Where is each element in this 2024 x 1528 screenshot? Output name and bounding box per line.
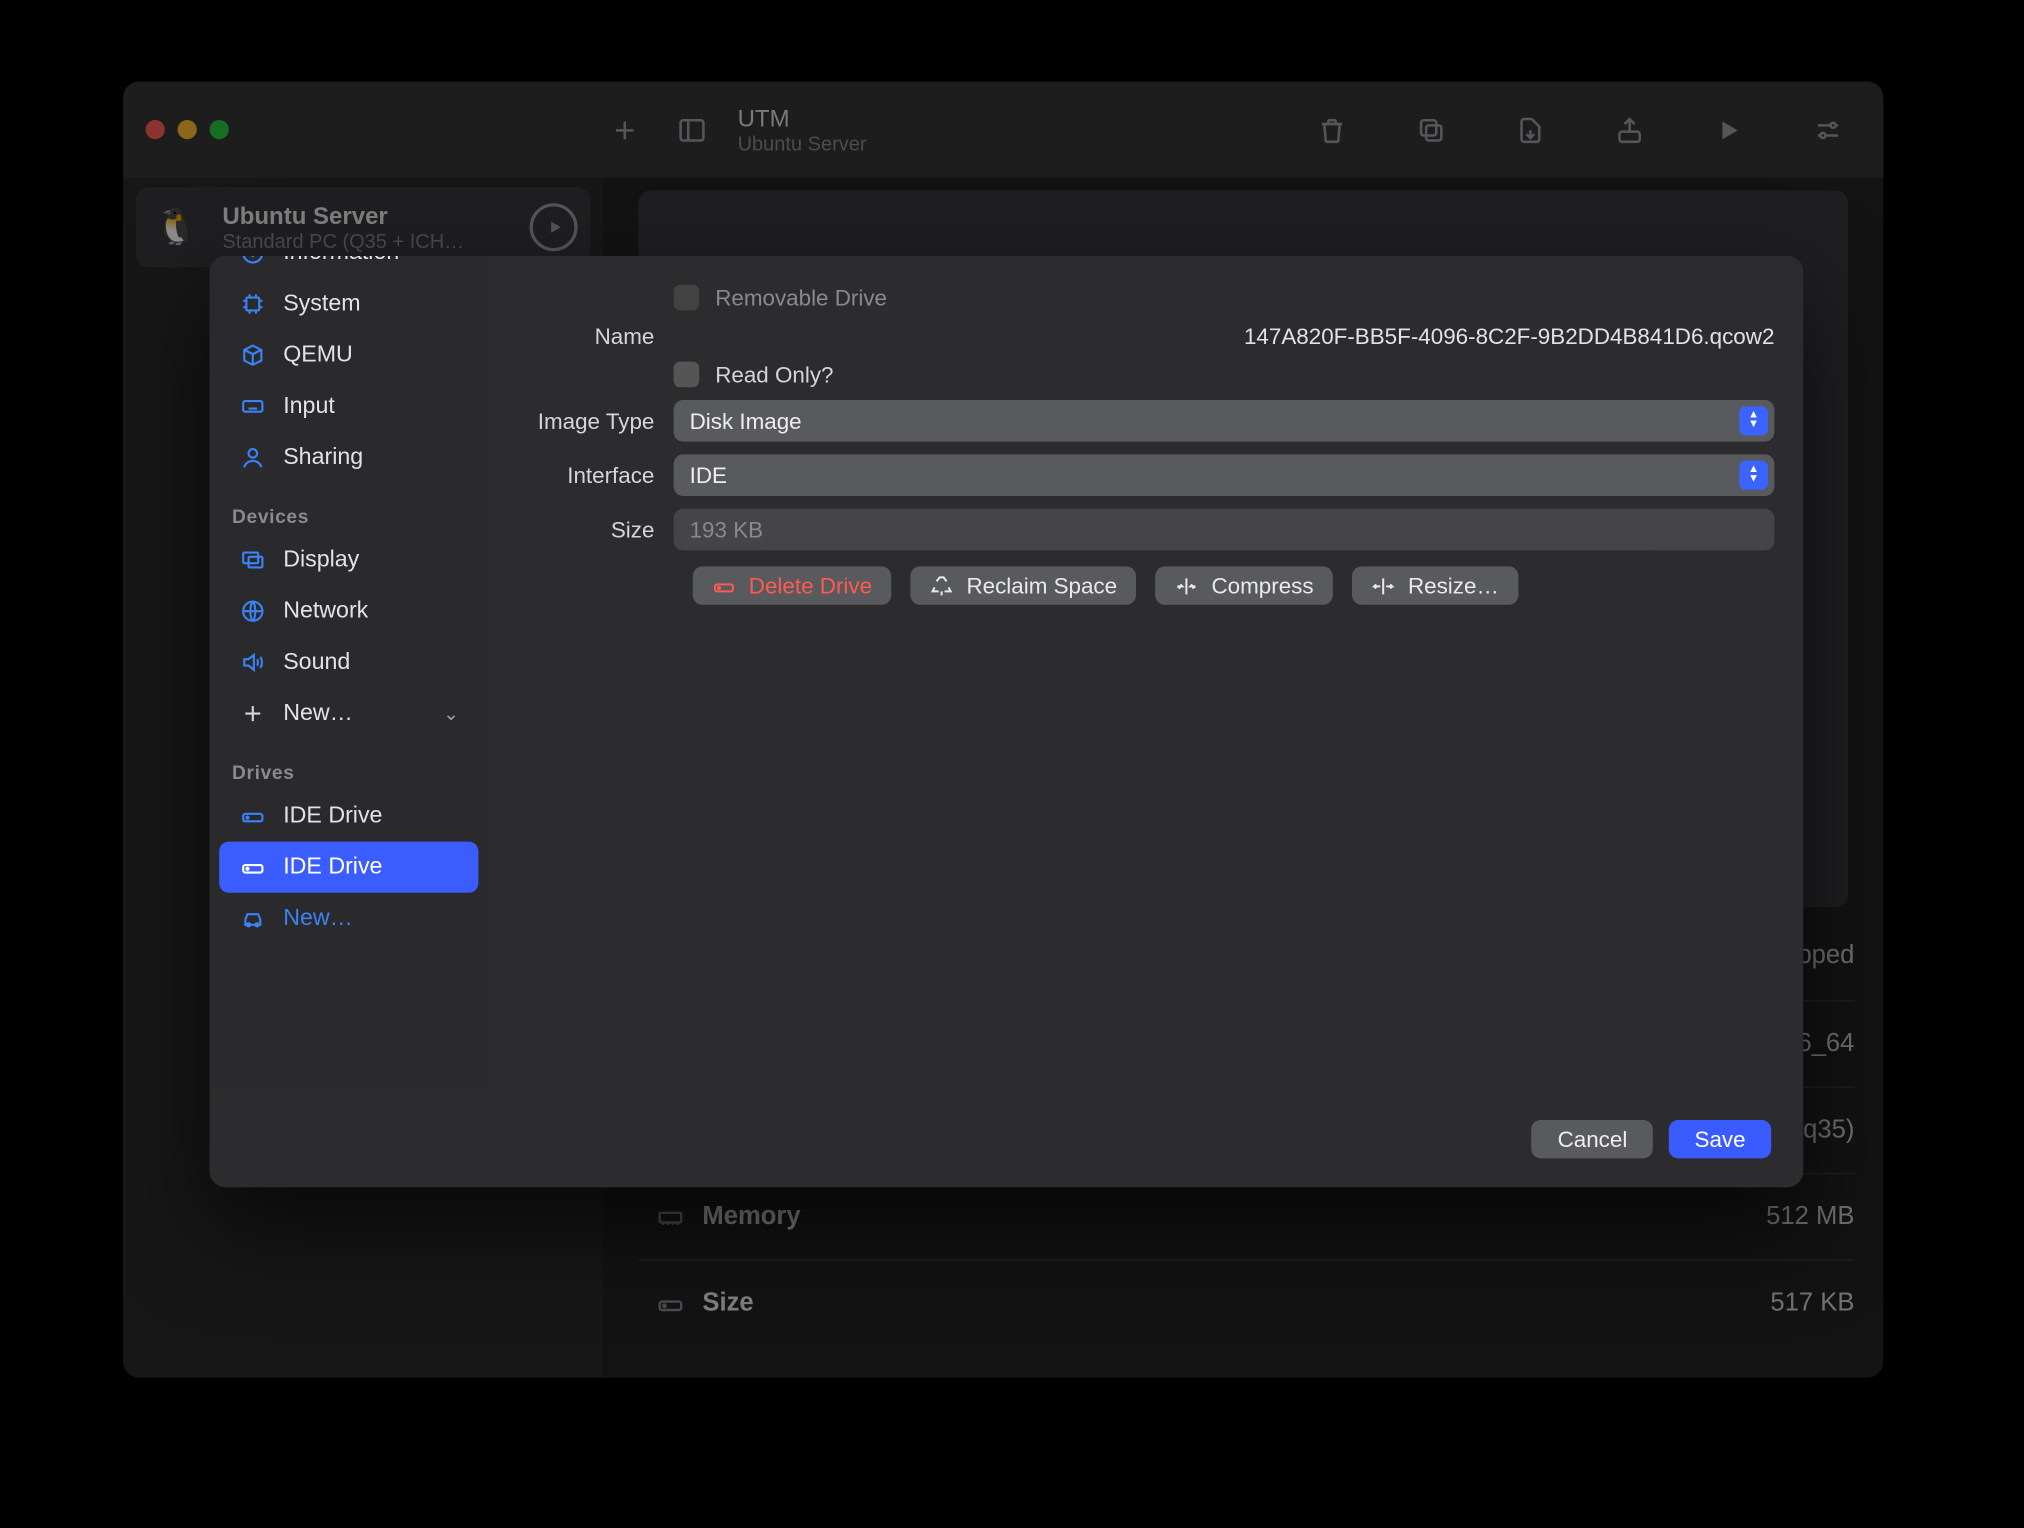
removable-checkbox: [674, 285, 700, 311]
nav-label: Sharing: [283, 445, 363, 471]
compress-label: Compress: [1212, 573, 1314, 599]
nav-item-display[interactable]: Display: [219, 534, 478, 585]
chevron-up-down-icon: ▲▼: [1739, 461, 1768, 490]
car-icon: [238, 904, 267, 933]
chevron-right-icon: ⌄: [443, 702, 459, 724]
nav-label: IDE Drive: [283, 854, 382, 880]
speaker-icon: [238, 648, 267, 677]
drive-form: Removable Drive Name 147A820F-BB5F-4096-…: [488, 256, 1803, 1088]
image-type-label: Image Type: [517, 408, 674, 434]
cancel-button[interactable]: Cancel: [1532, 1119, 1653, 1157]
nav-label: Information: [283, 256, 399, 266]
compress-button[interactable]: Compress: [1156, 566, 1333, 604]
name-label: Name: [517, 323, 674, 349]
size-value: 193 KB: [690, 517, 764, 543]
group-header-devices: Devices: [210, 483, 488, 534]
resize-button[interactable]: Resize…: [1352, 566, 1518, 604]
nav-label: New…: [283, 906, 353, 932]
nav-item-ide0[interactable]: IDE Drive: [219, 790, 478, 841]
nav-item-sound[interactable]: Sound: [219, 637, 478, 688]
interface-value: IDE: [690, 462, 727, 488]
compress-icon: [1175, 574, 1199, 598]
drive-icon: [238, 802, 267, 831]
nav-label: Sound: [283, 650, 350, 676]
keyboard-icon: [238, 392, 267, 421]
nav-label: Display: [283, 547, 359, 573]
nav-label: Input: [283, 394, 335, 420]
nav-item-drive-new[interactable]: New…: [219, 893, 478, 944]
info-icon: [238, 256, 267, 267]
name-value: 147A820F-BB5F-4096-8C2F-9B2DD4B841D6.qco…: [674, 323, 1775, 349]
save-button[interactable]: Save: [1669, 1119, 1771, 1157]
nav-item-device-new[interactable]: New… ⌄: [219, 688, 478, 739]
chevron-up-down-icon: ▲▼: [1739, 406, 1768, 435]
readonly-label: Read Only?: [715, 362, 833, 388]
size-input[interactable]: 193 KB: [674, 509, 1775, 551]
size-label: Size: [517, 517, 674, 543]
display-icon: [238, 546, 267, 575]
nav-label: Network: [283, 598, 368, 624]
sheet-footer: Cancel Save: [210, 1088, 1804, 1187]
save-label: Save: [1695, 1126, 1746, 1152]
nav-item-sharing[interactable]: Sharing: [219, 432, 478, 483]
globe-icon: [238, 597, 267, 626]
image-type-value: Disk Image: [690, 408, 802, 434]
nav-label: System: [283, 291, 360, 317]
drive-icon: [712, 574, 736, 598]
nav-item-qemu[interactable]: QEMU: [219, 330, 478, 381]
reclaim-space-label: Reclaim Space: [966, 573, 1117, 599]
nav-label: New…: [283, 701, 353, 727]
cpu-icon: [238, 290, 267, 319]
person-icon: [238, 443, 267, 472]
nav-item-network[interactable]: Network: [219, 586, 478, 637]
nav-item-ide1[interactable]: IDE Drive: [219, 842, 478, 893]
resize-label: Resize…: [1408, 573, 1499, 599]
interface-select[interactable]: IDE ▲▼: [674, 454, 1775, 496]
nav-label: IDE Drive: [283, 803, 382, 829]
nav-item-information[interactable]: Information: [219, 256, 478, 278]
image-type-select[interactable]: Disk Image ▲▼: [674, 400, 1775, 442]
settings-sheet: Information System QEMU Input Sharing Devices…: [210, 256, 1804, 1187]
interface-label: Interface: [517, 462, 674, 488]
group-header-drives: Drives: [210, 739, 488, 790]
reclaim-space-button[interactable]: Reclaim Space: [910, 566, 1136, 604]
nav-item-system[interactable]: System: [219, 278, 478, 329]
delete-drive-label: Delete Drive: [749, 573, 872, 599]
resize-icon: [1371, 574, 1395, 598]
nav-label: QEMU: [283, 342, 353, 368]
recycle-icon: [930, 574, 954, 598]
nav-item-input[interactable]: Input: [219, 381, 478, 432]
readonly-checkbox[interactable]: [674, 362, 700, 388]
removable-label: Removable Drive: [715, 285, 887, 311]
settings-sidebar: Information System QEMU Input Sharing Devices…: [210, 256, 488, 1088]
cancel-label: Cancel: [1558, 1126, 1628, 1152]
drive-icon: [238, 853, 267, 882]
cube-icon: [238, 341, 267, 370]
delete-drive-button[interactable]: Delete Drive: [693, 566, 891, 604]
plus-icon: [238, 699, 267, 728]
